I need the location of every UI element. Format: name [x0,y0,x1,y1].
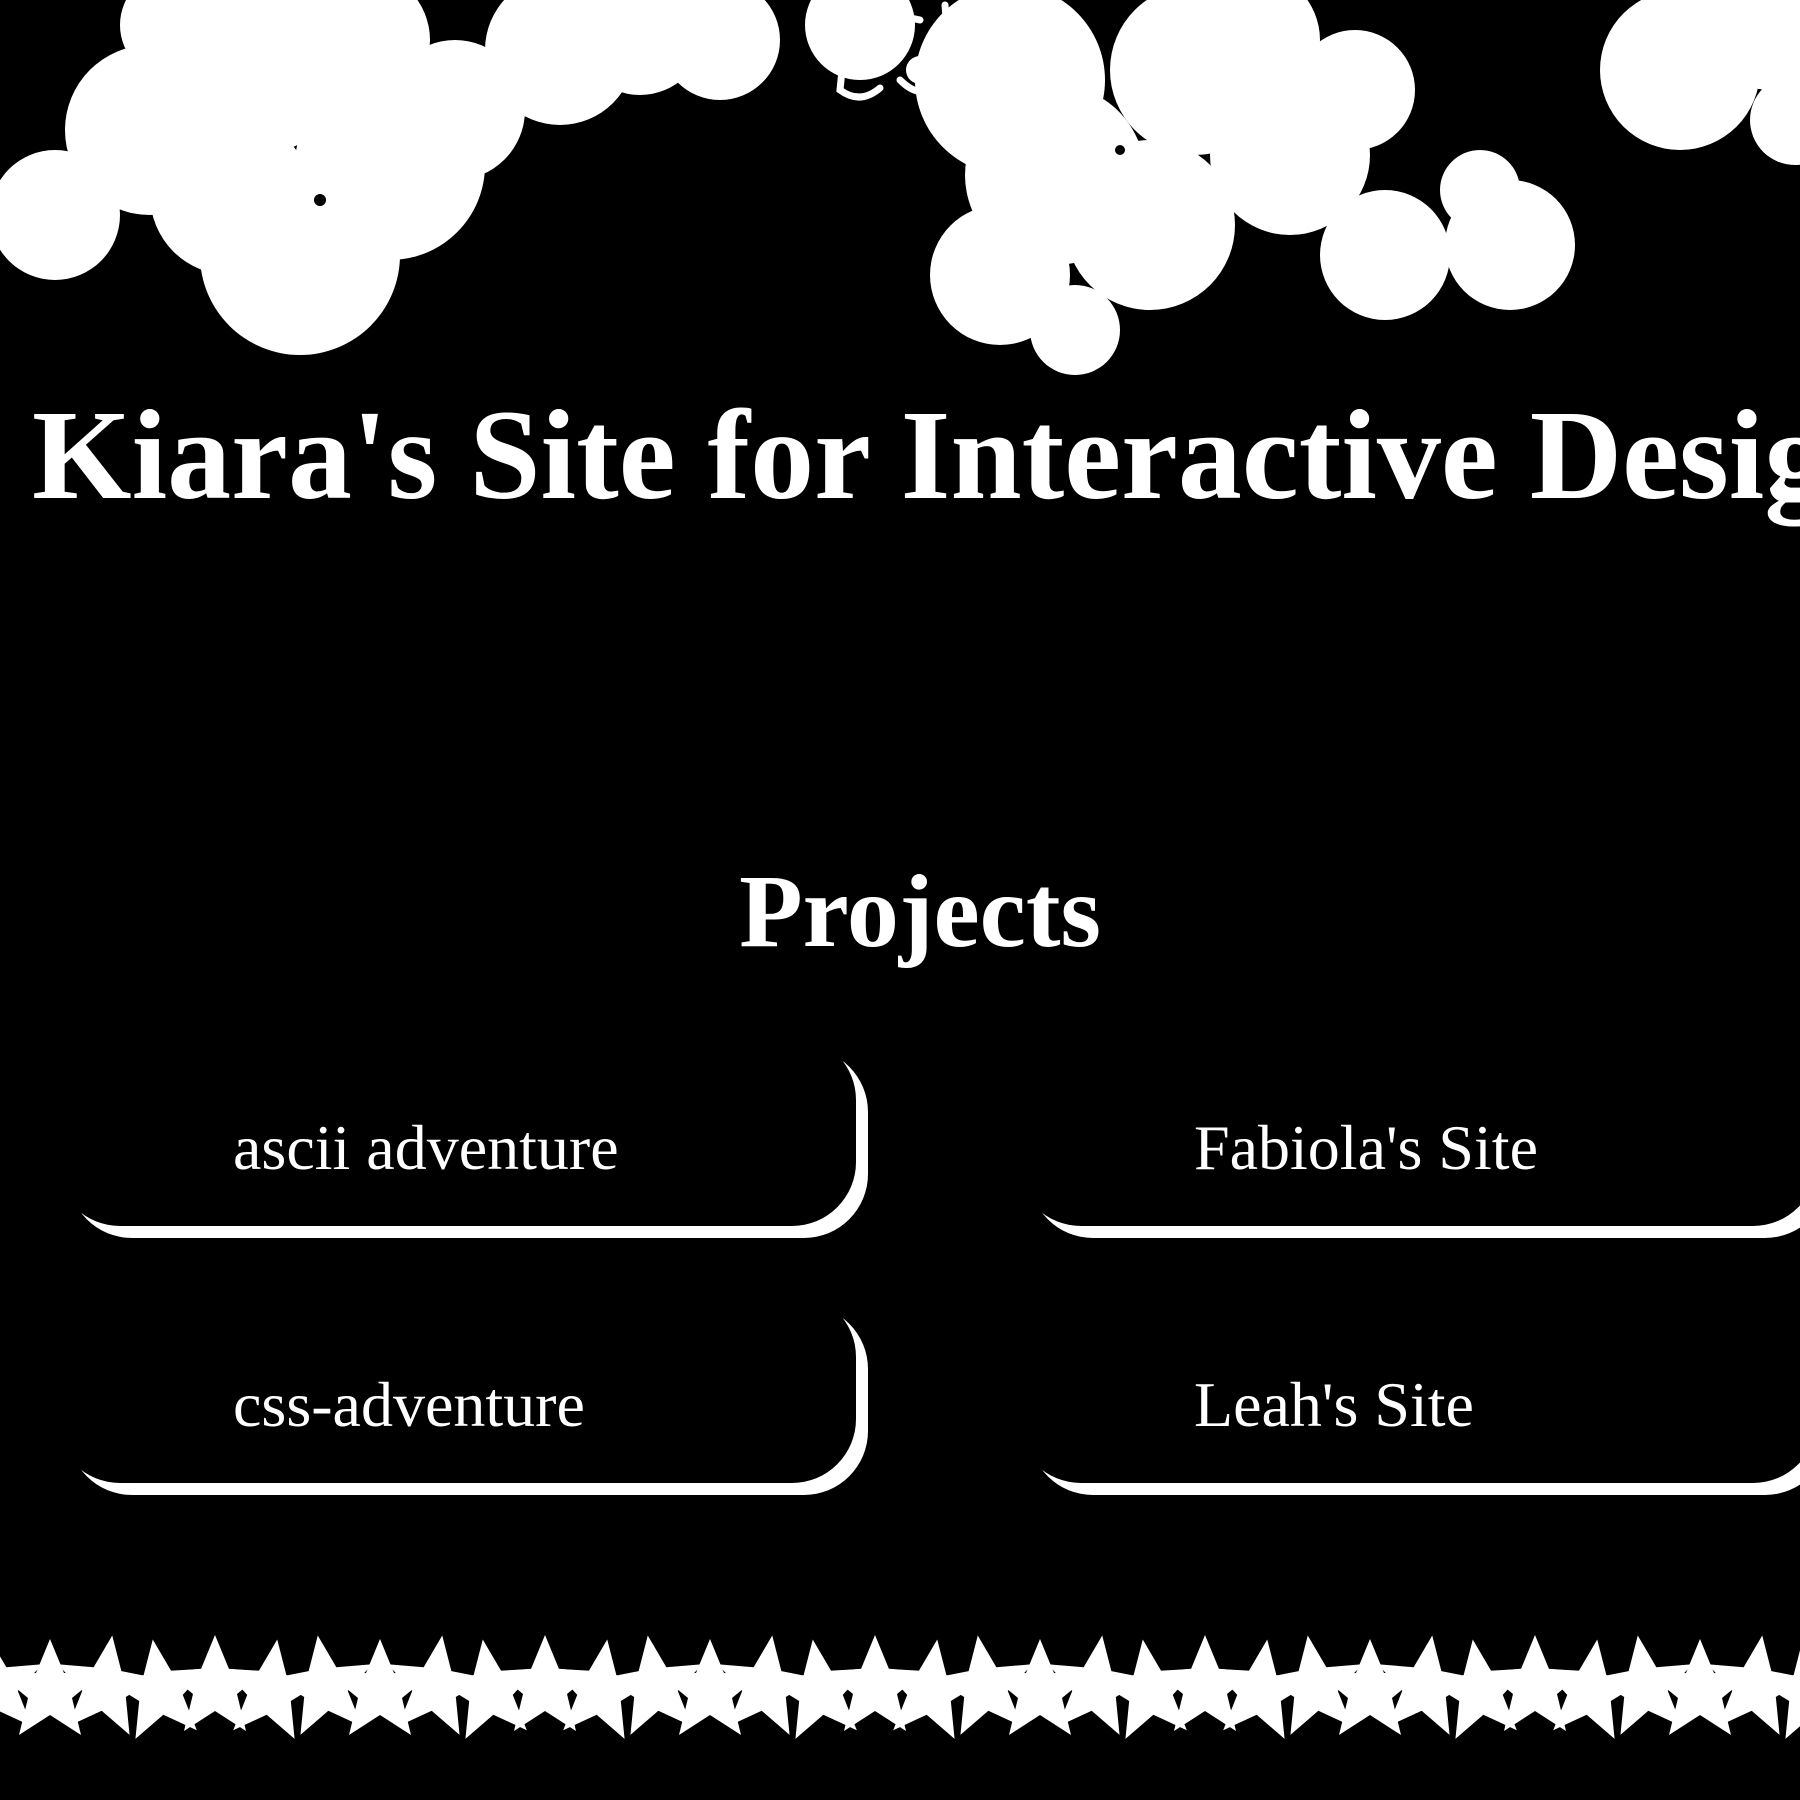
star-border-decoration [0,1628,1800,1742]
project-link-label: css-adventure [233,1369,585,1440]
blossom-cluster-decoration [0,0,1800,375]
project-link-label: ascii adventure [233,1112,619,1183]
projects-heading: Projects [739,854,1101,969]
project-link-css-adventure[interactable]: css-adventure [56,1293,856,1483]
project-link-leahs-site[interactable]: Leah's Site [1017,1293,1800,1483]
project-link-label: Fabiola's Site [1194,1112,1538,1183]
page: Kiara's Site for Interactive Design Proj… [0,0,1800,1800]
project-link-ascii-adventure[interactable]: ascii adventure [56,1036,856,1226]
project-link-fabiolas-site[interactable]: Fabiola's Site [1017,1036,1800,1226]
site-title: Kiara's Site for Interactive Design [32,384,1800,526]
project-link-label: Leah's Site [1194,1369,1474,1440]
